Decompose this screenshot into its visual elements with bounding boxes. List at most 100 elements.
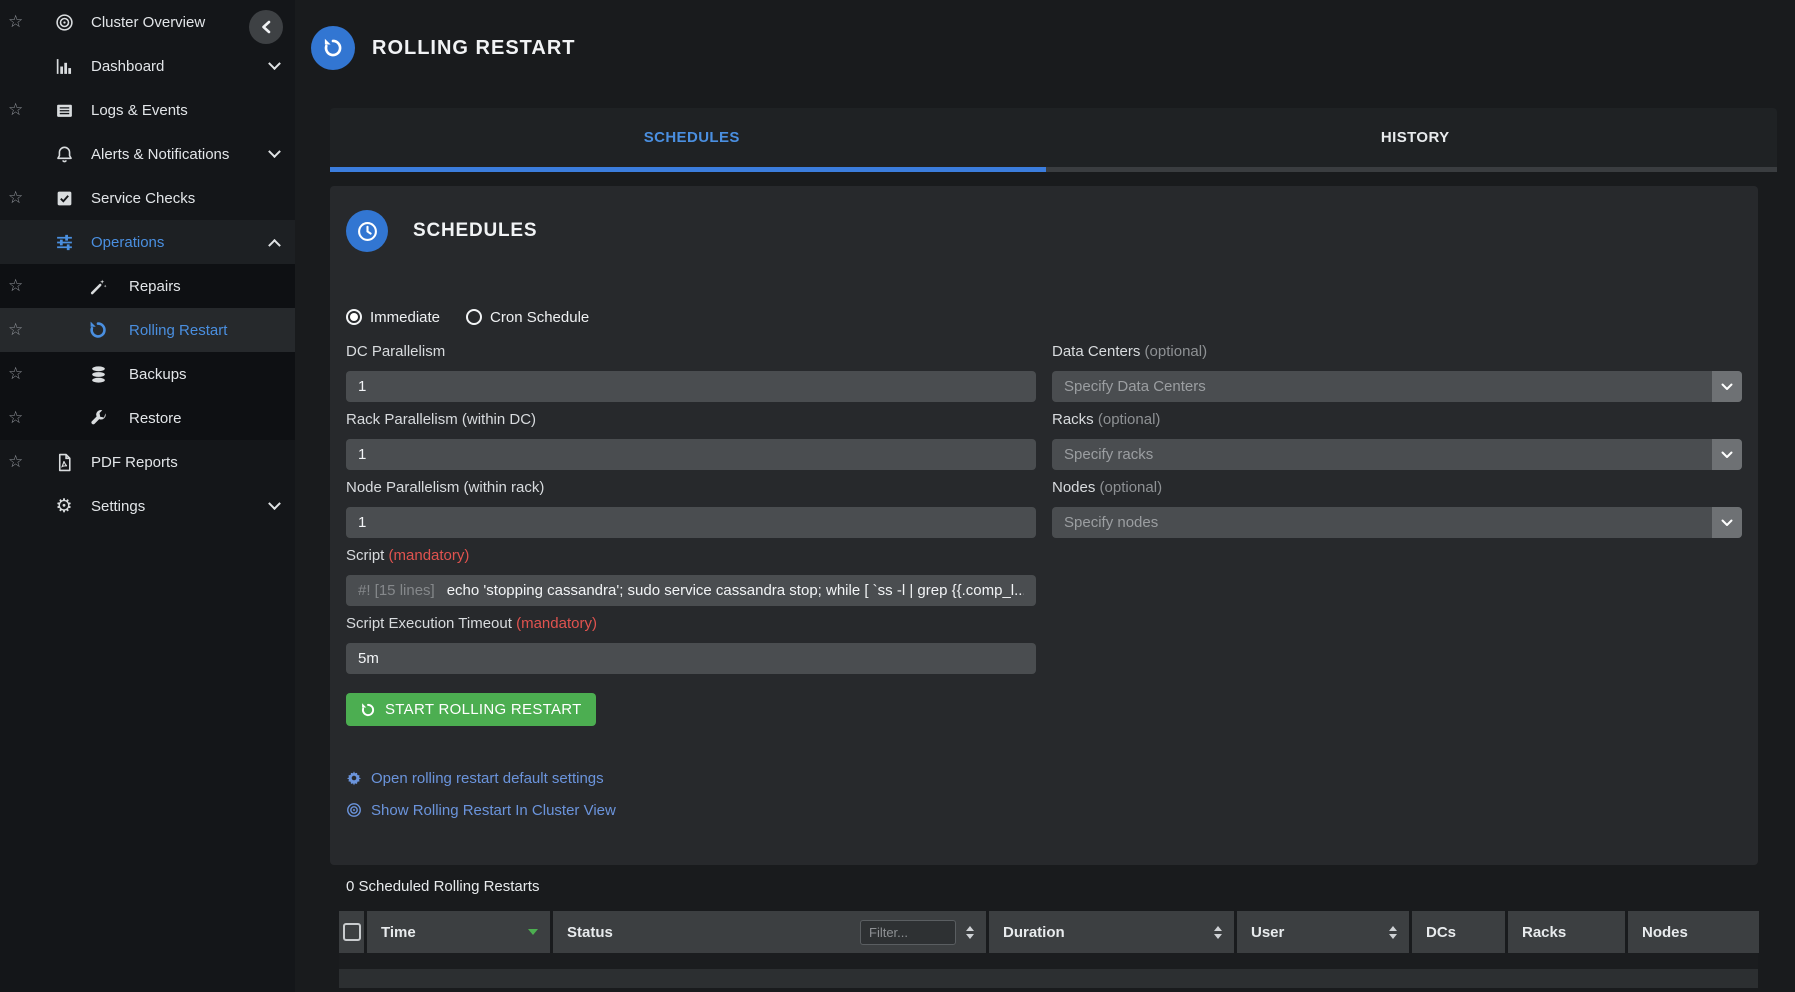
sidebar-item-operations[interactable]: Operations — [0, 220, 295, 264]
radio-immediate[interactable]: Immediate — [346, 309, 440, 326]
sidebar-item-backups[interactable]: ☆ Backups — [0, 352, 295, 396]
sliders-icon — [53, 231, 75, 253]
sidebar-item-label: Logs & Events — [91, 102, 188, 119]
timeout-input[interactable] — [346, 643, 1036, 674]
sidebar-item-alerts-notifications[interactable]: Alerts & Notifications — [0, 132, 295, 176]
select-placeholder: Specify Data Centers — [1064, 378, 1206, 395]
sort-both-icon — [966, 926, 974, 939]
sidebar-item-label: Alerts & Notifications — [91, 146, 229, 163]
sidebar-item-logs-events[interactable]: ☆ Logs & Events — [0, 88, 295, 132]
sidebar-item-pdf-reports[interactable]: ☆ PDF Reports — [0, 440, 295, 484]
start-rolling-restart-button[interactable]: START ROLLING RESTART — [346, 693, 596, 726]
sidebar-item-settings[interactable]: ⚙ Settings — [0, 484, 295, 528]
script-label: Script — [346, 547, 384, 564]
favorite-star-icon[interactable]: ☆ — [8, 364, 36, 384]
schedule-mode-options: Immediate Cron Schedule — [346, 306, 1742, 328]
select-all-checkbox[interactable] — [343, 923, 361, 941]
racks-label: Racks — [1052, 411, 1094, 428]
radio-cron-schedule[interactable]: Cron Schedule — [466, 309, 589, 326]
dc-parallelism-input[interactable] — [346, 371, 1036, 402]
tab-schedules[interactable]: SCHEDULES — [330, 108, 1054, 167]
sidebar-item-label: Restore — [129, 410, 182, 427]
chevron-up-icon — [268, 238, 281, 251]
rack-parallelism-label: Rack Parallelism (within DC) — [346, 410, 1036, 429]
rolling-restart-form: DC Parallelism Rack Parallelism (within … — [346, 342, 1742, 832]
sidebar-item-dashboard[interactable]: Dashboard — [0, 44, 295, 88]
form-left-column: DC Parallelism Rack Parallelism (within … — [346, 342, 1036, 832]
chevron-down-icon — [268, 57, 281, 70]
dc-parallelism-label: DC Parallelism — [346, 342, 1036, 361]
nodes-select[interactable]: Specify nodes — [1052, 507, 1742, 538]
optional-tag: (optional) — [1145, 343, 1208, 360]
bar-chart-icon — [53, 55, 75, 77]
racks-select[interactable]: Specify racks — [1052, 439, 1742, 470]
table-empty-body — [339, 953, 1758, 969]
sidebar-item-label: Operations — [91, 234, 164, 251]
rack-parallelism-input[interactable] — [346, 439, 1036, 470]
chevron-left-icon — [260, 20, 272, 34]
column-header-racks: Racks — [1508, 911, 1625, 953]
column-header-status[interactable]: Status — [553, 911, 986, 953]
nodes-label: Nodes — [1052, 479, 1095, 496]
racks-field: Racks (optional) Specify racks — [1052, 410, 1742, 470]
timeout-field: Script Execution Timeout (mandatory) — [346, 614, 1036, 674]
sort-both-icon — [1214, 926, 1222, 939]
sidebar-item-label: Cluster Overview — [91, 14, 205, 31]
sidebar-item-label: Settings — [91, 498, 145, 515]
sidebar-item-service-checks[interactable]: ☆ Service Checks — [0, 176, 295, 220]
check-square-icon — [53, 187, 75, 209]
list-icon — [53, 99, 75, 121]
favorite-star-icon[interactable]: ☆ — [8, 408, 36, 428]
dc-parallelism-field: DC Parallelism — [346, 342, 1036, 402]
tab-history[interactable]: HISTORY — [1054, 108, 1778, 167]
table-footer-strip — [339, 969, 1758, 988]
column-header-time[interactable]: Time — [367, 911, 550, 953]
status-filter-input[interactable] — [860, 920, 956, 945]
page-title: ROLLING RESTART — [372, 37, 576, 60]
gear-icon — [346, 770, 362, 786]
favorite-star-icon[interactable]: ☆ — [8, 12, 36, 32]
node-parallelism-label: Node Parallelism (within rack) — [346, 478, 1036, 497]
scheduled-restarts-section: 0 Scheduled Rolling Restarts Time Status… — [339, 878, 1758, 988]
favorite-star-icon[interactable]: ☆ — [8, 188, 36, 208]
optional-tag: (optional) — [1098, 411, 1161, 428]
tab-active-indicator — [330, 167, 1046, 172]
chevron-down-icon — [1712, 507, 1742, 538]
radio-selected-icon — [346, 309, 362, 325]
table-header-row: Time Status Duration User DCs Racks — [339, 911, 1758, 953]
sidebar-item-label: Repairs — [129, 278, 181, 295]
sidebar-collapse-button[interactable] — [249, 10, 283, 44]
open-default-settings-link[interactable]: Open rolling restart default settings — [346, 768, 604, 788]
table-summary: 0 Scheduled Rolling Restarts — [346, 878, 1758, 895]
data-centers-label: Data Centers — [1052, 343, 1140, 360]
favorite-star-icon[interactable]: ☆ — [8, 452, 36, 472]
script-value: echo 'stopping cassandra'; sudo service … — [447, 582, 1024, 599]
panel-heading: SCHEDULES — [346, 210, 1742, 252]
sidebar: ☆ Cluster Overview Dashboard ☆ Logs & Ev… — [0, 0, 295, 992]
bullseye-icon — [53, 11, 75, 33]
pdf-file-icon — [53, 451, 75, 473]
node-parallelism-input[interactable] — [346, 507, 1036, 538]
favorite-star-icon[interactable]: ☆ — [8, 320, 36, 340]
tab-indicator-track — [330, 167, 1777, 172]
script-field: Script (mandatory) #! [15 lines] echo 's… — [346, 546, 1036, 606]
sidebar-item-label: Backups — [129, 366, 187, 383]
column-header-user[interactable]: User — [1237, 911, 1409, 953]
chevron-down-icon — [268, 497, 281, 510]
column-header-duration[interactable]: Duration — [989, 911, 1234, 953]
chevron-down-icon — [1712, 439, 1742, 470]
favorite-star-icon[interactable]: ☆ — [8, 100, 36, 120]
show-in-cluster-view-link[interactable]: Show Rolling Restart In Cluster View — [346, 800, 616, 820]
sidebar-item-restore[interactable]: ☆ Restore — [0, 396, 295, 440]
data-centers-field: Data Centers (optional) Specify Data Cen… — [1052, 342, 1742, 402]
sidebar-item-repairs[interactable]: ☆ Repairs — [0, 264, 295, 308]
select-placeholder: Specify racks — [1064, 446, 1153, 463]
data-centers-select[interactable]: Specify Data Centers — [1052, 371, 1742, 402]
database-icon — [87, 363, 109, 385]
sidebar-item-rolling-restart[interactable]: ☆ Rolling Restart — [0, 308, 295, 352]
script-input[interactable]: #! [15 lines] echo 'stopping cassandra';… — [346, 575, 1036, 606]
select-all-cell — [339, 911, 364, 953]
chevron-down-icon — [268, 145, 281, 158]
favorite-star-icon[interactable]: ☆ — [8, 276, 36, 296]
sidebar-item-label: Rolling Restart — [129, 322, 227, 339]
